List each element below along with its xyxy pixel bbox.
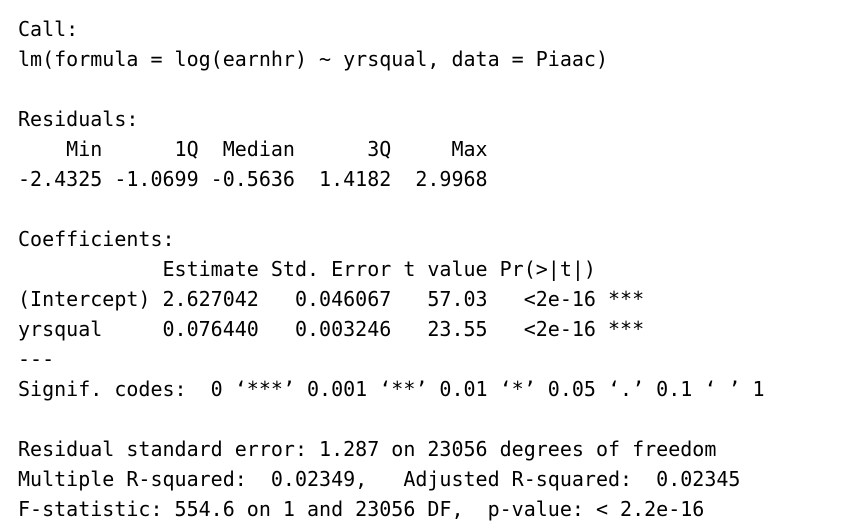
r-console-output: Call: lm(formula = log(earnhr) ~ yrsqual,… [0, 0, 854, 528]
separator-line: --- [18, 347, 55, 371]
significance-codes: Signif. codes: 0 ‘***’ 0.001 ‘**’ 0.01 ‘… [18, 377, 765, 401]
residual-standard-error: Residual standard error: 1.287 on 23056 … [18, 437, 717, 461]
call-header: Call: [18, 17, 79, 41]
residuals-header: Residuals: [18, 107, 139, 131]
residuals-quantile-values: -2.4325 -1.0699 -0.5636 1.4182 2.9968 [18, 167, 500, 191]
residuals-quantile-labels: Min 1Q Median 3Q Max [18, 137, 500, 161]
coefficients-column-headers: Estimate Std. Error t value Pr(>|t|) [18, 257, 645, 281]
lm-summary-text: Call: lm(formula = log(earnhr) ~ yrsqual,… [18, 14, 765, 524]
r-squared-line: Multiple R-squared: 0.02349, Adjusted R-… [18, 467, 753, 491]
coefficient-row-intercept: (Intercept) 2.627042 0.046067 57.03 <2e-… [18, 287, 645, 311]
f-statistic-line: F-statistic: 554.6 on 1 and 23056 DF, p-… [18, 497, 705, 521]
call-formula: lm(formula = log(earnhr) ~ yrsqual, data… [18, 47, 609, 71]
coefficient-row-yrsqual: yrsqual 0.076440 0.003246 23.55 <2e-16 *… [18, 317, 645, 341]
coefficients-header: Coefficients: [18, 227, 175, 251]
